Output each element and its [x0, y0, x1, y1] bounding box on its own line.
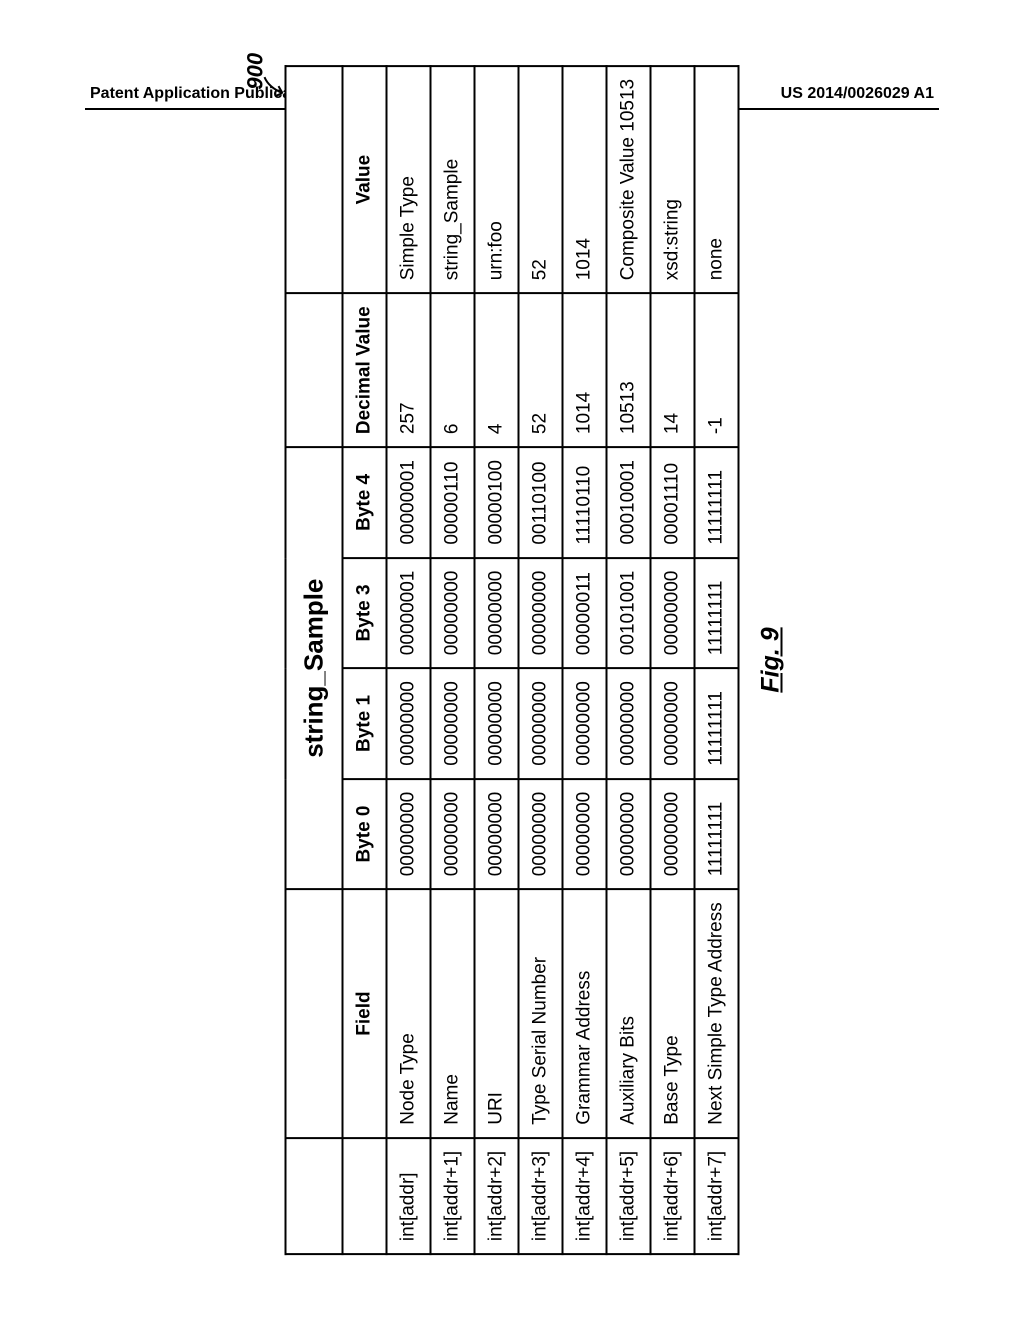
cell-b4: 00000100 — [475, 447, 519, 558]
cell-field: Type Serial Number — [519, 889, 563, 1137]
cell-b3: 00000011 — [563, 558, 607, 669]
cell-addr: int[addr+5] — [607, 1138, 651, 1254]
col-byte4: Byte 4 — [343, 447, 387, 558]
table-row: int[addr+2]URI00000000000000000000000000… — [475, 66, 519, 1254]
cell-field: URI — [475, 889, 519, 1137]
reference-arrow-icon — [263, 73, 287, 97]
cell-val: Composite Value 10513 — [607, 66, 651, 293]
cell-val: 52 — [519, 66, 563, 293]
cell-val: 1014 — [563, 66, 607, 293]
cell-val: Simple Type — [387, 66, 431, 293]
blank-cell — [286, 1138, 343, 1254]
cell-b1: 11111111 — [695, 668, 739, 779]
cell-dec: 1014 — [563, 293, 607, 447]
cell-b3: 11111111 — [695, 558, 739, 669]
table-row: int[addr+4]Grammar Address00000000000000… — [563, 66, 607, 1254]
col-decimal: Decimal Value — [343, 293, 387, 447]
cell-b0: 00000000 — [519, 779, 563, 890]
cell-addr: int[addr+3] — [519, 1138, 563, 1254]
cell-b4: 00001110 — [651, 447, 695, 558]
col-field: Field — [343, 889, 387, 1137]
cell-b1: 00000000 — [475, 668, 519, 779]
header-right: US 2014/0026029 A1 — [781, 85, 934, 103]
cell-val: none — [695, 66, 739, 293]
cell-field: Name — [431, 889, 475, 1137]
blank-cell — [286, 66, 343, 293]
figure-900: 900 string_Sample Field Byte 0 Byte 1 By… — [285, 65, 740, 1255]
cell-addr: int[addr+2] — [475, 1138, 519, 1254]
cell-b0: 00000000 — [651, 779, 695, 890]
cell-b1: 00000000 — [651, 668, 695, 779]
cell-field: Node Type — [387, 889, 431, 1137]
cell-b3: 00000000 — [651, 558, 695, 669]
cell-addr: int[addr+6] — [651, 1138, 695, 1254]
table-row: int[addr+7]Next Simple Type Address11111… — [695, 66, 739, 1254]
cell-val: urn:foo — [475, 66, 519, 293]
data-table: string_Sample Field Byte 0 Byte 1 Byte 3… — [285, 65, 740, 1255]
cell-b0: 00000000 — [563, 779, 607, 890]
cell-field: Grammar Address — [563, 889, 607, 1137]
cell-val: string_Sample — [431, 66, 475, 293]
cell-b1: 00000000 — [607, 668, 651, 779]
cell-b3: 00000000 — [431, 558, 475, 669]
cell-b1: 00000000 — [519, 668, 563, 779]
col-addr — [343, 1138, 387, 1254]
cell-b0: 00000000 — [475, 779, 519, 890]
cell-dec: 4 — [475, 293, 519, 447]
cell-val: xsd:string — [651, 66, 695, 293]
cell-addr: int[addr+4] — [563, 1138, 607, 1254]
cell-b4: 11110110 — [563, 447, 607, 558]
cell-b4: 00010001 — [607, 447, 651, 558]
cell-dec: 10513 — [607, 293, 651, 447]
cell-addr: int[addr+1] — [431, 1138, 475, 1254]
col-byte1: Byte 1 — [343, 668, 387, 779]
cell-dec: 257 — [387, 293, 431, 447]
blank-cell — [286, 889, 343, 1137]
cell-addr: int[addr] — [387, 1138, 431, 1254]
cell-b1: 00000000 — [387, 668, 431, 779]
title-row: string_Sample — [286, 66, 343, 1254]
cell-b4: 11111111 — [695, 447, 739, 558]
figure-caption: Fig. 9 — [757, 627, 786, 692]
cell-b4: 00000001 — [387, 447, 431, 558]
cell-field: Next Simple Type Address — [695, 889, 739, 1137]
cell-b4: 00110100 — [519, 447, 563, 558]
cell-b3: 00000001 — [387, 558, 431, 669]
cell-field: Base Type — [651, 889, 695, 1137]
table-title: string_Sample — [286, 447, 343, 889]
cell-b0: 00000000 — [431, 779, 475, 890]
cell-b1: 00000000 — [431, 668, 475, 779]
table-row: int[addr+6]Base Type00000000000000000000… — [651, 66, 695, 1254]
table-row: int[addr+1]Name0000000000000000000000000… — [431, 66, 475, 1254]
cell-field: Auxiliary Bits — [607, 889, 651, 1137]
cell-b3: 00000000 — [475, 558, 519, 669]
cell-b3: 00101001 — [607, 558, 651, 669]
cell-b0: 00000000 — [607, 779, 651, 890]
cell-dec: -1 — [695, 293, 739, 447]
header-row: Field Byte 0 Byte 1 Byte 3 Byte 4 Decima… — [343, 66, 387, 1254]
table-row: int[addr+5]Auxiliary Bits000000000000000… — [607, 66, 651, 1254]
cell-dec: 6 — [431, 293, 475, 447]
cell-b3: 00000000 — [519, 558, 563, 669]
cell-addr: int[addr+7] — [695, 1138, 739, 1254]
cell-b1: 00000000 — [563, 668, 607, 779]
cell-b0: 11111111 — [695, 779, 739, 890]
cell-b0: 00000000 — [387, 779, 431, 890]
table-row: int[addr+3]Type Serial Number00000000000… — [519, 66, 563, 1254]
col-byte0: Byte 0 — [343, 779, 387, 890]
col-byte3: Byte 3 — [343, 558, 387, 669]
cell-b4: 00000110 — [431, 447, 475, 558]
col-value: Value — [343, 66, 387, 293]
blank-cell — [286, 293, 343, 447]
cell-dec: 52 — [519, 293, 563, 447]
table-row: int[addr]Node Type0000000000000000000000… — [387, 66, 431, 1254]
cell-dec: 14 — [651, 293, 695, 447]
